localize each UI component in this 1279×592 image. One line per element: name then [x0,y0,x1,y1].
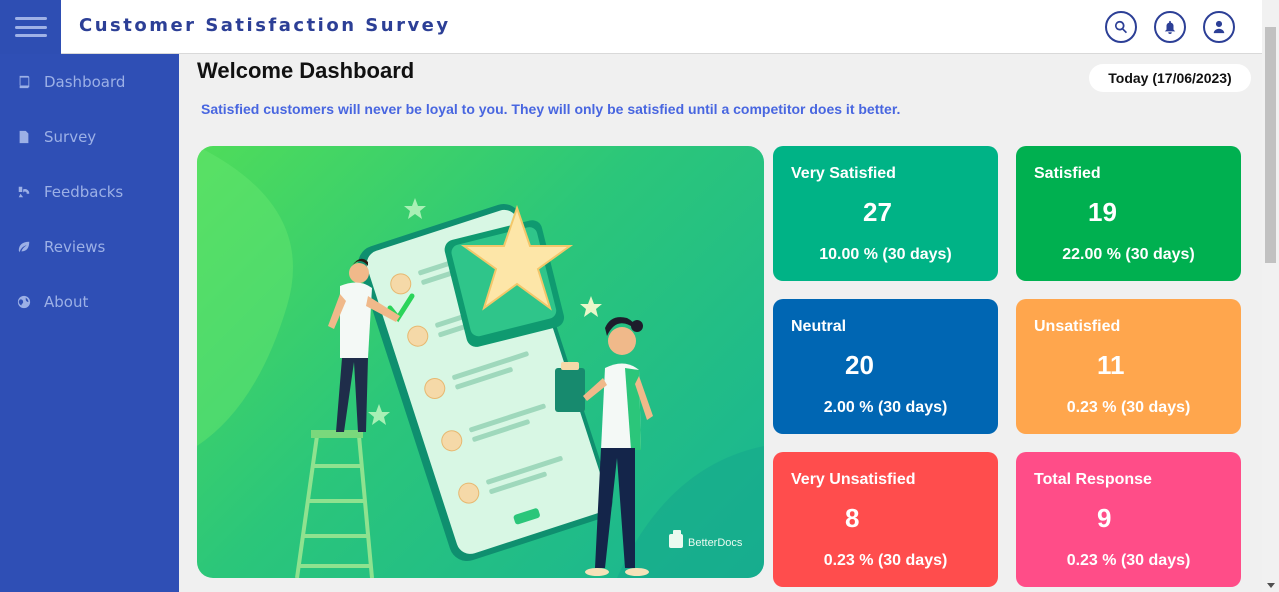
stat-card-percent: 0.23 % (30 days) [1066,399,1191,416]
bell-icon [1164,20,1176,34]
sidebar-item-about[interactable]: About [0,274,179,329]
stat-card-value: 27 [863,197,892,227]
book-icon [16,74,32,90]
sidebar-item-label: Feedbacks [44,182,124,201]
sidebar-item-label: About [44,292,89,311]
sidebar-item-label: Dashboard [44,72,126,91]
stat-card-very-unsatisfied[interactable]: Very Unsatisfied 8 0.23 % (30 days) [773,452,998,587]
sidebar-item-dashboard[interactable]: Dashboard [0,54,179,109]
date-badge: Today (17/06/2023) [1089,64,1251,92]
survey-illustration-image: BetterDocs [197,146,764,578]
stat-card-title: Satisfied [1034,165,1101,182]
stat-card-title: Neutral [791,318,847,335]
main-content: Welcome Dashboard Today (17/06/2023) Sat… [179,54,1262,592]
sidebar-item-feedbacks[interactable]: Feedbacks [0,164,179,219]
sidebar: Dashboard Survey Feedbacks Reviews About [0,0,179,592]
user-icon [1213,20,1225,34]
stat-card-title: Unsatisfied [1034,318,1121,335]
stat-card-value: 8 [845,503,860,533]
menu-toggle-button[interactable] [0,0,61,54]
stat-card-title: Very Unsatisfied [791,471,916,488]
notifications-button[interactable] [1154,11,1186,43]
feedback-icon [16,184,32,200]
sidebar-nav: Dashboard Survey Feedbacks Reviews About [0,54,179,329]
quote-text: Satisfied customers will never be loyal … [201,101,901,117]
stat-card-title: Total Response [1034,471,1152,488]
stat-card-value: 19 [1088,197,1117,227]
search-button[interactable] [1105,11,1137,43]
leaf-icon [16,239,32,255]
search-icon [1115,20,1128,34]
stat-card-percent: 10.00 % (30 days) [819,246,952,263]
hero-illustration: BetterDocs [197,146,764,578]
app-title: Customer Satisfaction Survey [79,15,451,36]
svg-text:BetterDocs: BetterDocs [688,537,743,549]
stat-card-unsatisfied[interactable]: Unsatisfied 11 0.23 % (30 days) [1016,299,1241,434]
stat-card-percent: 0.23 % (30 days) [1066,552,1191,569]
stat-card-value: 9 [1097,503,1112,533]
top-header: Customer Satisfaction Survey [61,0,1262,54]
file-icon [16,129,32,145]
stat-card-very-satisfied[interactable]: Very Satisfied 27 10.00 % (30 days) [773,146,998,281]
page-scrollbar[interactable] [1262,0,1279,592]
page-title: Welcome Dashboard [197,58,415,83]
stat-card-percent: 22.00 % (30 days) [1062,246,1195,263]
stat-card-title: Very Satisfied [791,165,896,182]
sidebar-item-label: Survey [44,127,97,146]
sidebar-item-survey[interactable]: Survey [0,109,179,164]
stat-card-neutral[interactable]: Neutral 20 2.00 % (30 days) [773,299,998,434]
stat-card-satisfied[interactable]: Satisfied 19 22.00 % (30 days) [1016,146,1241,281]
stat-card-percent: 2.00 % (30 days) [823,399,948,416]
hamburger-icon [14,17,47,37]
stat-card-total-response[interactable]: Total Response 9 0.23 % (30 days) [1016,452,1241,587]
sidebar-item-reviews[interactable]: Reviews [0,219,179,274]
stat-card-value: 11 [1097,350,1125,380]
sidebar-item-label: Reviews [44,237,106,256]
globe-icon [16,294,32,310]
scroll-down-arrow-icon[interactable] [1267,583,1275,588]
stat-card-percent: 0.23 % (30 days) [823,552,948,569]
scrollbar-thumb[interactable] [1265,27,1276,263]
profile-button[interactable] [1203,11,1235,43]
stat-card-value: 20 [845,350,874,380]
